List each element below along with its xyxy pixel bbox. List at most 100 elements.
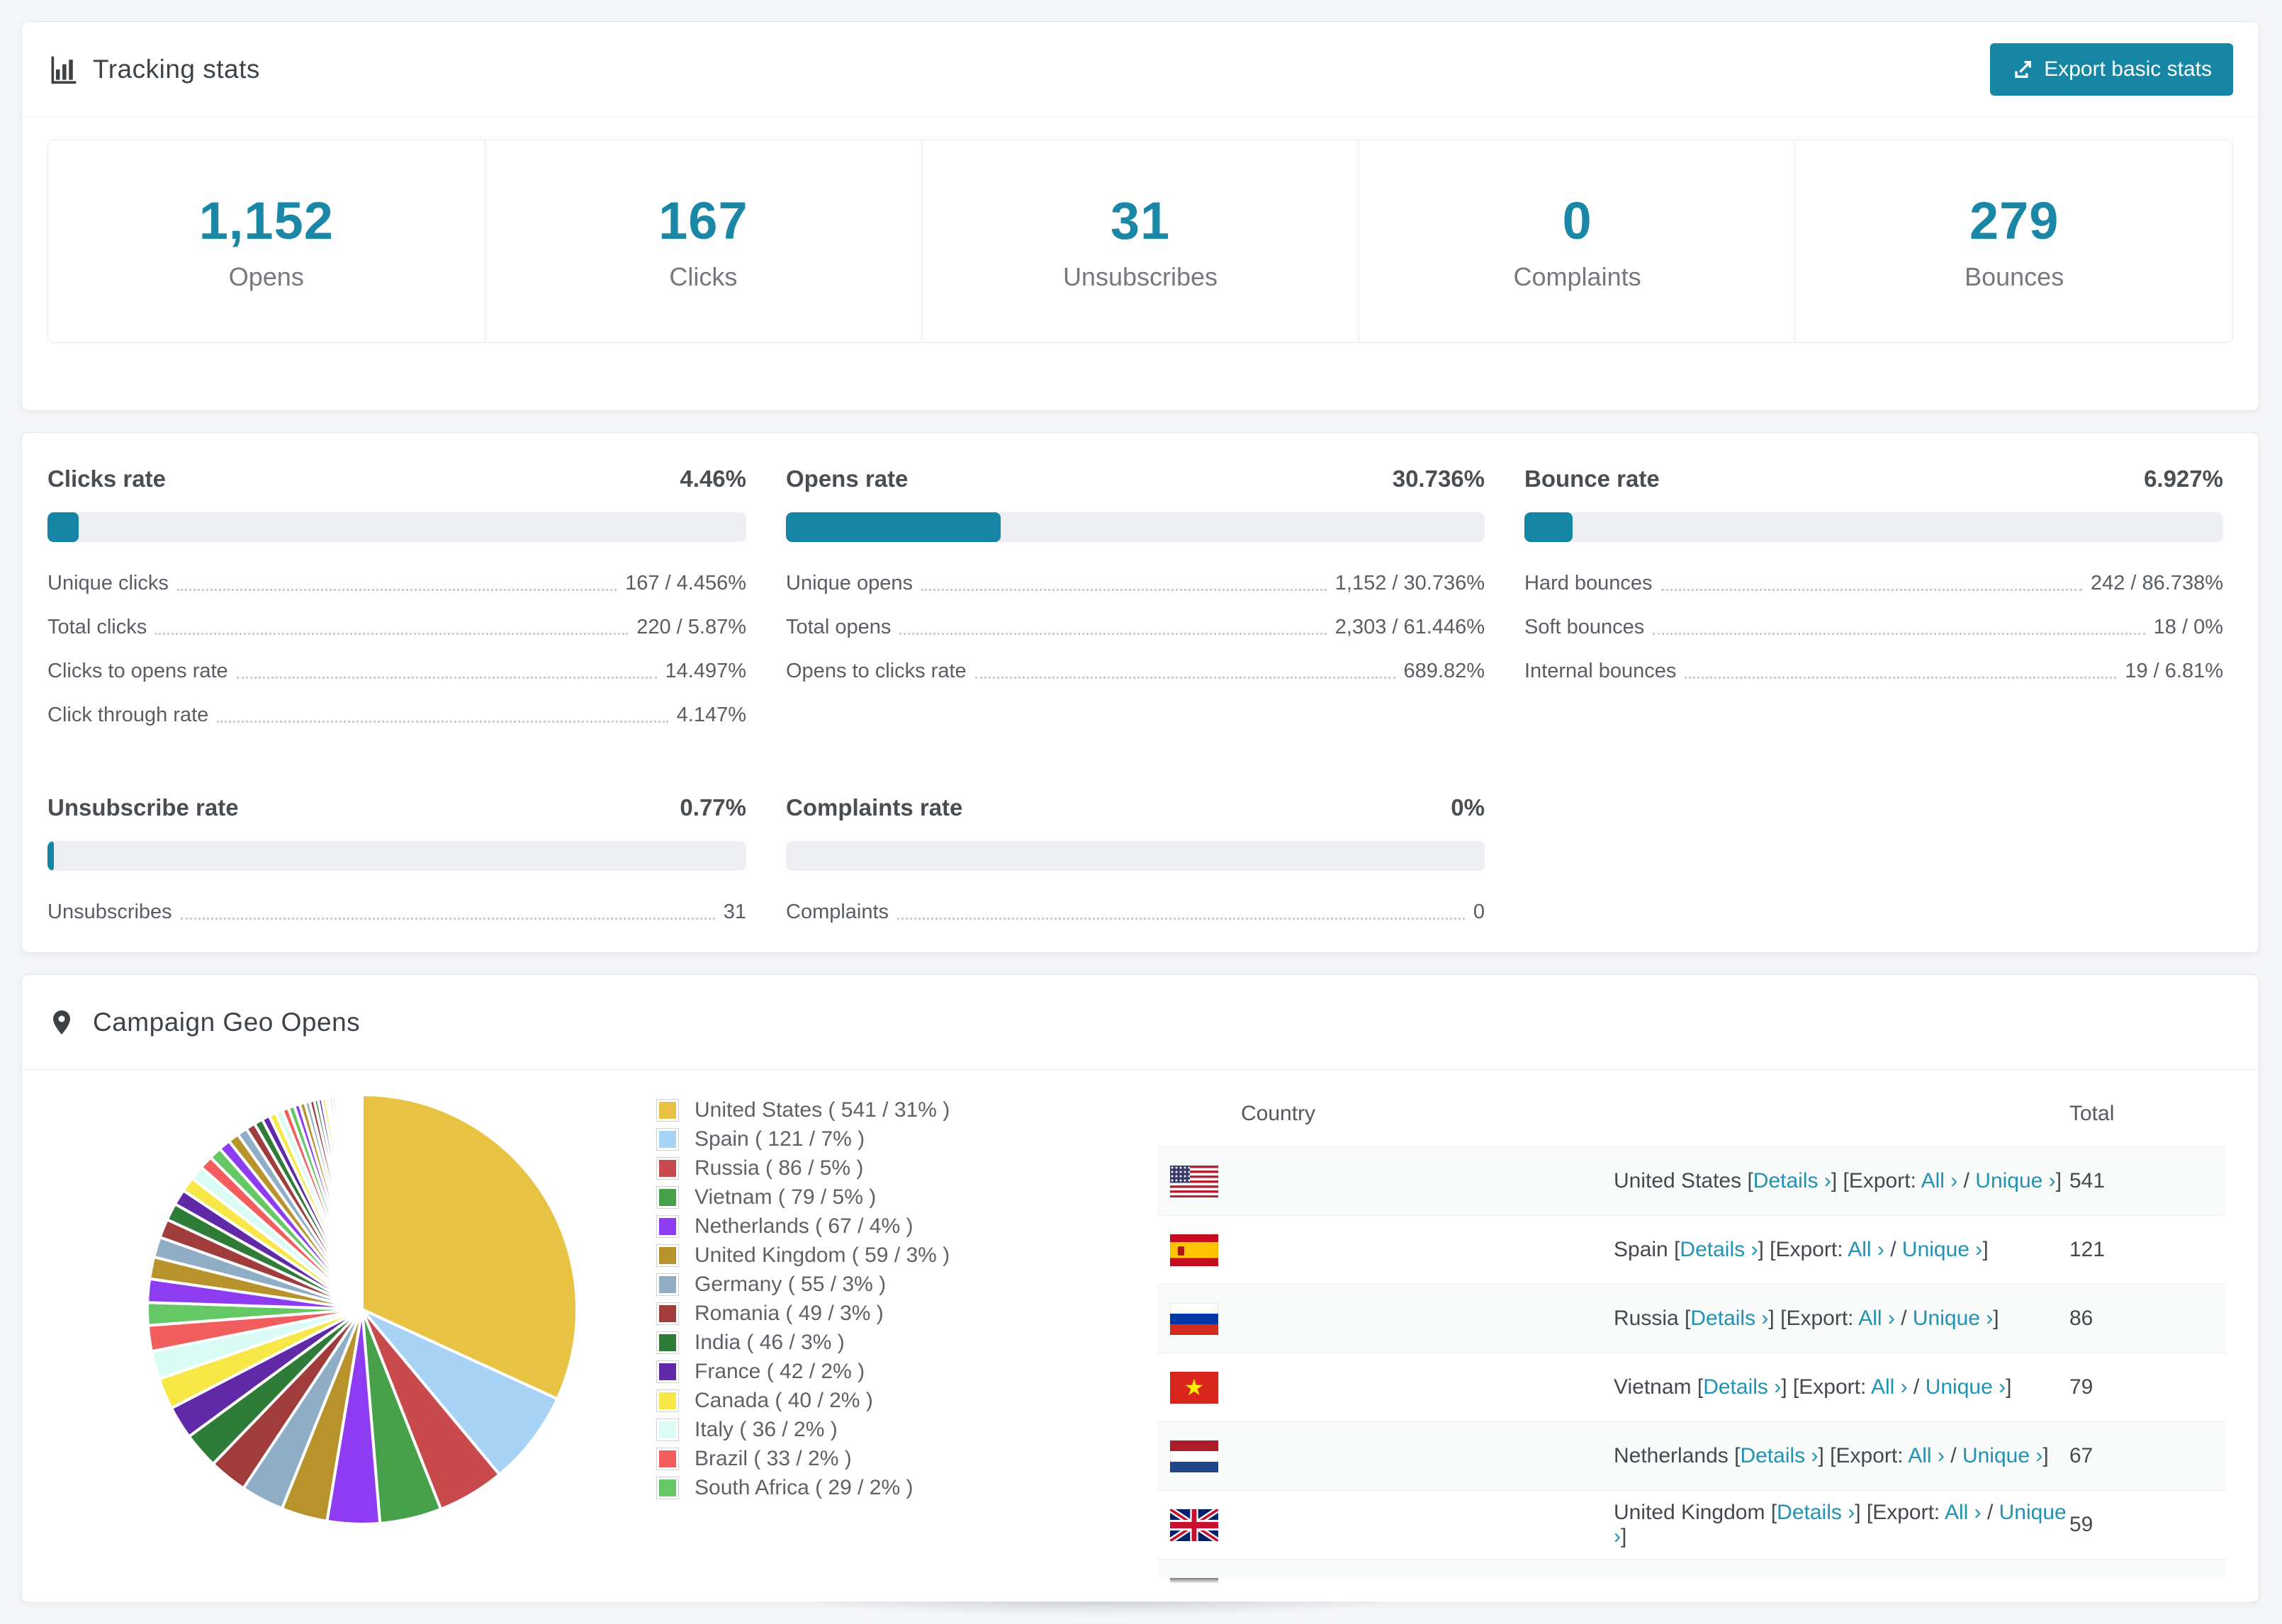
complaints-rate-progressbar	[786, 841, 1485, 871]
stat-opens-value: 1,152	[198, 191, 334, 250]
legend-swatch	[656, 1185, 679, 1209]
detail-value: 31	[723, 901, 746, 923]
legend-swatch	[656, 1302, 679, 1325]
legend-item: Vietnam ( 79 / 5% )	[656, 1183, 950, 1212]
detail-label: Click through rate	[47, 704, 209, 726]
detail-label: Total opens	[786, 616, 892, 638]
tracking-stats-header: Tracking stats Export basic stats	[22, 22, 2259, 117]
geo-table-header-row: Country Total	[1157, 1081, 2226, 1147]
legend-swatch	[656, 1418, 679, 1441]
dotted-leader	[1685, 677, 2117, 679]
column-header-total: Total	[2069, 1081, 2226, 1147]
legend-label: Canada ( 40 / 2% )	[695, 1388, 873, 1412]
total-cell: 541	[2069, 1146, 2226, 1216]
detail-value: 2,303 / 61.446%	[1334, 616, 1485, 638]
flag-cell	[1157, 1353, 1613, 1422]
detail-label: Opens to clicks rate	[786, 660, 967, 682]
details-link[interactable]: Details ›	[1690, 1307, 1768, 1330]
stat-unsubscribes: 31 Unsubscribes	[922, 140, 1359, 342]
tracking-stats-card: Tracking stats Export basic stats 1,152 …	[21, 21, 2259, 411]
bounce-rate-progressbar	[1524, 512, 2223, 542]
export-all-link[interactable]: All ›	[1848, 1238, 1884, 1261]
detail-label: Internal bounces	[1524, 660, 1677, 682]
clicks-rate-progressbar	[47, 512, 746, 542]
export-all-link[interactable]: All ›	[1908, 1444, 1945, 1467]
export-all-link[interactable]: All ›	[1921, 1169, 1958, 1192]
legend-label: Germany ( 55 / 3% )	[695, 1272, 887, 1296]
page-title: Tracking stats	[93, 54, 260, 84]
geo-table-row: Netherlands [Details ›] [Export: All › /…	[1157, 1421, 2226, 1491]
export-unique-link[interactable]: Unique ›	[1975, 1169, 2055, 1192]
export-basic-stats-button[interactable]: Export basic stats	[1990, 43, 2233, 96]
stat-unsubscribes-value: 31	[1110, 191, 1171, 250]
flag-nl-icon	[1170, 1440, 1218, 1472]
country-name: United Kingdom	[1614, 1501, 1765, 1524]
details-link[interactable]: Details ›	[1680, 1238, 1758, 1261]
export-unique-link[interactable]: Unique ›	[1926, 1375, 2006, 1399]
detail-value: 18 / 0%	[2153, 616, 2223, 638]
details-link[interactable]: Details ›	[1753, 1169, 1831, 1192]
export-all-link[interactable]: All ›	[1858, 1307, 1895, 1330]
unsubscribe-rate-progressbar	[47, 841, 746, 871]
export-button-label: Export basic stats	[2044, 57, 2212, 81]
unsubscribe-rate-title: Unsubscribe rate	[47, 794, 239, 821]
legend-swatch	[656, 1273, 679, 1296]
legend-label: Russia ( 86 / 5% )	[695, 1156, 864, 1180]
stat-clicks-value: 167	[658, 191, 748, 250]
bounce-rate-details: Hard bounces 242 / 86.738% Soft bounces 18 …	[1524, 572, 2223, 683]
legend-item: South Africa ( 29 / 2% )	[656, 1473, 950, 1502]
country-name: Spain	[1614, 1238, 1668, 1261]
rate-detail-row: Unsubscribes 31	[47, 901, 746, 924]
geo-body: United States ( 541 / 31% ) Spain ( 121 /…	[22, 1070, 2259, 1602]
legend-label: France ( 42 / 2% )	[695, 1359, 865, 1383]
stat-opens-label: Opens	[228, 262, 304, 291]
legend-item: United States ( 541 / 31% )	[656, 1095, 950, 1124]
bounce-rate-title: Bounce rate	[1524, 466, 1660, 492]
rate-detail-row: Internal bounces 19 / 6.81%	[1524, 660, 2223, 683]
legend-swatch	[656, 1244, 679, 1267]
detail-label: Clicks to opens rate	[47, 660, 228, 682]
geo-legend: United States ( 541 / 31% ) Spain ( 121 /…	[656, 1095, 950, 1502]
stat-complaints: 0 Complaints	[1359, 140, 1797, 342]
export-all-link[interactable]: All ›	[1871, 1375, 1908, 1399]
export-icon	[2015, 60, 2032, 78]
total-cell: 67	[2069, 1421, 2226, 1491]
complaints-rate-title: Complaints rate	[786, 794, 963, 821]
geo-header: Campaign Geo Opens	[22, 975, 2259, 1070]
legend-item: Netherlands ( 67 / 4% )	[656, 1212, 950, 1241]
stat-bounces-value: 279	[1969, 191, 2059, 250]
flag-cell	[1157, 1421, 1613, 1491]
opens-rate-value: 30.736%	[1392, 466, 1485, 492]
bounce-rate-block: Bounce rate 6.927% Hard bounces 242 / 86.…	[1524, 466, 2223, 748]
opens-rate-progressbar	[786, 512, 1485, 542]
detail-value: 1,152 / 30.736%	[1334, 572, 1485, 594]
flag-cell	[1157, 1490, 1613, 1560]
summary-stats-box: 1,152 Opens 167 Clicks 31 Unsubscribes 0…	[47, 140, 2233, 343]
detail-label: Total clicks	[47, 616, 147, 638]
map-pin-icon	[47, 1007, 79, 1038]
country-cell: Vietnam [Details ›] [Export: All › / Uni…	[1613, 1353, 2069, 1422]
campaign-geo-opens-card: Campaign Geo Opens United States ( 541 /…	[21, 974, 2259, 1603]
export-unique-link[interactable]: Unique ›	[1962, 1444, 2042, 1467]
legend-item: Romania ( 49 / 3% )	[656, 1299, 950, 1328]
total-cell: 86	[2069, 1284, 2226, 1353]
export-unique-link[interactable]: Unique ›	[1902, 1238, 1982, 1261]
dotted-leader	[899, 633, 1327, 635]
details-link[interactable]: Details ›	[1740, 1444, 1818, 1467]
rate-detail-row: Opens to clicks rate 689.82%	[786, 660, 1485, 683]
export-label: Export:	[1786, 1307, 1854, 1330]
dotted-leader	[180, 918, 715, 920]
export-all-link[interactable]: All ›	[1945, 1501, 1982, 1524]
details-link[interactable]: Details ›	[1703, 1375, 1781, 1399]
export-unique-link[interactable]: Unique ›	[1913, 1307, 1993, 1330]
pie-slice[interactable]	[359, 1093, 364, 1311]
dotted-leader	[1653, 633, 2145, 635]
stat-clicks: 167 Clicks	[485, 140, 923, 342]
details-link[interactable]: Details ›	[1777, 1501, 1855, 1524]
geo-table-row: Spain [Details ›] [Export: All › / Uniqu…	[1157, 1215, 2226, 1285]
column-header-country: Country	[1157, 1081, 2069, 1147]
country-name: Netherlands	[1614, 1444, 1729, 1467]
complaints-rate-details: Complaints 0	[786, 901, 1485, 924]
geo-pie-chart[interactable]	[128, 1076, 596, 1543]
legend-swatch	[656, 1447, 679, 1470]
